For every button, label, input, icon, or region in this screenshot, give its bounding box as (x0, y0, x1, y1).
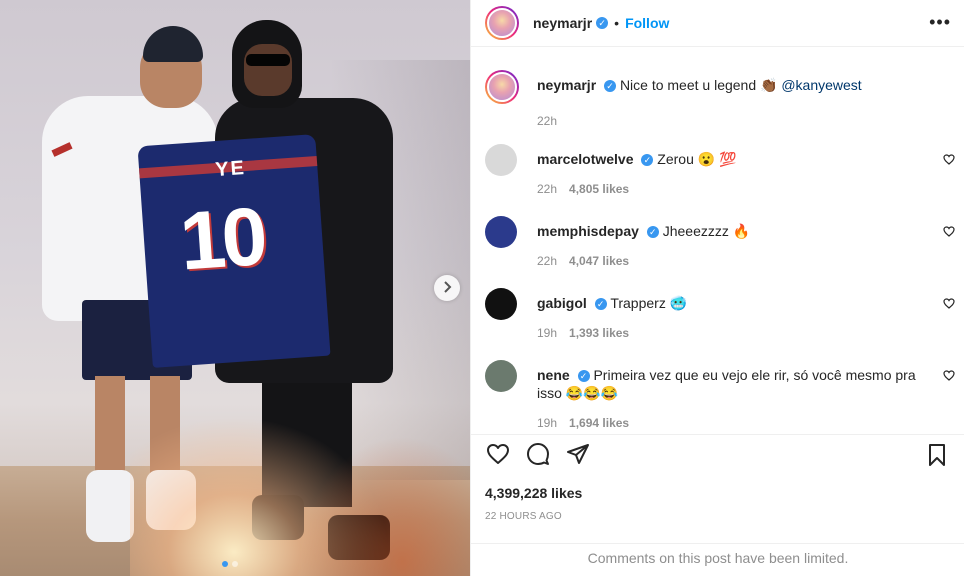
person-left-leg (95, 376, 125, 476)
verified-badge-icon: ✓ (594, 298, 607, 311)
comment-likes[interactable]: 4,805 likes (569, 182, 629, 196)
comment-body: gabigol ✓ Trapperz 🥶 (537, 294, 925, 312)
post-actions: 4,399,228 likes 22 HOURS AGO Comments on… (471, 434, 964, 574)
commenter-avatar[interactable] (485, 288, 517, 320)
share-button[interactable] (565, 443, 591, 469)
person-right-sunglasses (246, 54, 290, 66)
post-side-panel: neymarjr ✓ • Follow ••• neymarjr ✓ Nice … (470, 0, 964, 576)
comment-text: Zerou 😮 💯 (657, 151, 737, 167)
post-timestamp[interactable]: 22 HOURS AGO (485, 511, 562, 522)
person-right-face (244, 44, 292, 96)
heart-icon (943, 370, 955, 384)
header-separator: • (614, 15, 620, 31)
caption-avatar[interactable] (485, 70, 519, 104)
comment-meta: 19h 1,694 likes (537, 416, 629, 430)
person-left-beanie (143, 26, 203, 62)
comment-body: memphisdepay ✓ Jheeezzzz 🔥 (537, 222, 925, 240)
more-options-icon[interactable]: ••• (929, 12, 951, 33)
bookmark-icon (925, 444, 949, 471)
comment-username[interactable]: nene (537, 367, 570, 383)
comment-icon (526, 442, 550, 471)
comments-limited-notice: Comments on this post have been limited. (471, 543, 964, 575)
comment-meta: 22h 4,047 likes (537, 254, 629, 268)
caption-text: Nice to meet u legend 👏🏾 (619, 77, 778, 93)
heart-icon (943, 298, 955, 312)
caption-meta: 22h (537, 114, 557, 128)
verified-badge-icon: ✓ (577, 370, 590, 383)
share-icon (566, 442, 590, 471)
comment-like-button[interactable] (943, 298, 955, 312)
comment-like-button[interactable] (943, 226, 955, 240)
comment-likes[interactable]: 4,047 likes (569, 254, 629, 268)
comments-list[interactable]: neymarjr ✓ Nice to meet u legend 👏🏾 @kan… (471, 48, 964, 434)
post-photo[interactable]: YE 10 (0, 0, 470, 576)
light-flare-warm (300, 436, 470, 576)
heart-icon (486, 443, 510, 470)
comment-username[interactable]: gabigol (537, 295, 587, 311)
action-icon-row (485, 442, 591, 471)
verified-badge-icon: ✓ (641, 154, 654, 167)
verified-badge-icon: ✓ (596, 17, 609, 29)
comment-like-button[interactable] (943, 370, 955, 384)
save-button[interactable] (925, 443, 951, 469)
carousel-indicator (222, 561, 238, 567)
jersey-number: 10 (177, 191, 267, 288)
caption-username[interactable]: neymarjr (537, 77, 596, 93)
heart-icon (943, 154, 955, 168)
carousel-next-button[interactable] (434, 275, 460, 301)
caption-body: neymarjr ✓ Nice to meet u legend 👏🏾 @kan… (537, 76, 925, 94)
comment-username[interactable]: marcelotwelve (537, 151, 634, 167)
jersey-name: YE (214, 156, 247, 182)
heart-icon (943, 226, 955, 240)
psg-jersey: YE 10 (137, 134, 331, 368)
author-avatar[interactable] (485, 6, 519, 40)
comment-username[interactable]: memphisdepay (537, 223, 639, 239)
likes-count[interactable]: 4,399,228 likes (485, 485, 582, 501)
comment-meta: 22h 4,805 likes (537, 182, 629, 196)
person-left-shoe (86, 470, 134, 542)
post-header: neymarjr ✓ • Follow ••• (471, 0, 964, 47)
commenter-avatar[interactable] (485, 360, 517, 392)
commenter-avatar[interactable] (485, 144, 517, 176)
comment-button[interactable] (525, 442, 551, 471)
comment-text: Trapperz 🥶 (610, 295, 688, 311)
comment-likes[interactable]: 1,393 likes (569, 326, 629, 340)
comment-likes[interactable]: 1,694 likes (569, 416, 629, 430)
follow-button[interactable]: Follow (625, 15, 669, 31)
author-username[interactable]: neymarjr (533, 15, 592, 31)
comment-text: Jheeezzzz 🔥 (662, 223, 751, 239)
comment-body: marcelotwelve ✓ Zerou 😮 💯 (537, 150, 925, 168)
chevron-right-icon (442, 280, 452, 296)
comment-time[interactable]: 22h (537, 182, 557, 196)
comment-body: nene ✓ Primeira vez que eu vejo ele rir,… (537, 366, 925, 402)
carousel-dot (232, 561, 238, 567)
commenter-avatar[interactable] (485, 216, 517, 248)
avatar (487, 8, 517, 38)
comment-like-button[interactable] (943, 154, 955, 168)
carousel-dot (222, 561, 228, 567)
avatar (487, 72, 517, 102)
verified-badge-icon: ✓ (604, 80, 617, 93)
caption-mention[interactable]: @kanyewest (781, 77, 861, 93)
caption-time[interactable]: 22h (537, 114, 557, 128)
comment-time[interactable]: 19h (537, 416, 557, 430)
verified-badge-icon: ✓ (646, 226, 659, 239)
comment-time[interactable]: 19h (537, 326, 557, 340)
comment-meta: 19h 1,393 likes (537, 326, 629, 340)
like-button[interactable] (485, 443, 511, 469)
comment-text: Primeira vez que eu vejo ele rir, só voc… (537, 367, 916, 401)
comment-time[interactable]: 22h (537, 254, 557, 268)
